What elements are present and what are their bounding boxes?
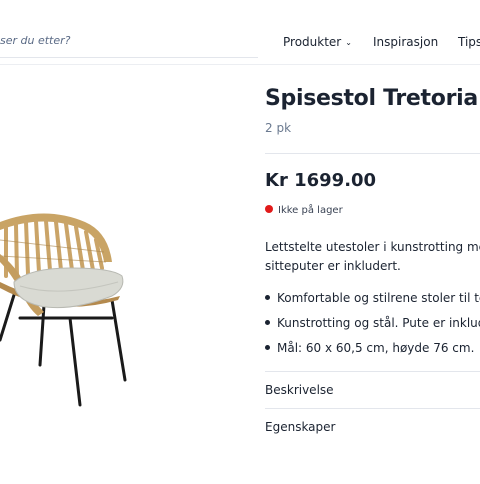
- feature-item: Kunstrotting og stål. Pute er inklud: [265, 315, 480, 340]
- bullet-icon: [265, 345, 270, 350]
- feature-text: Kunstrotting og stål. Pute er inklud: [277, 316, 480, 330]
- stock-status: Ikke på lager: [265, 205, 343, 216]
- chevron-down-icon: ⌄: [345, 38, 352, 47]
- out-of-stock-dot-icon: [265, 205, 273, 213]
- header-divider: [0, 64, 480, 65]
- feature-text: Mål: 60 x 60,5 cm, høyde 76 cm.: [277, 341, 475, 355]
- bullet-icon: [265, 295, 270, 300]
- product-subtitle: 2 pk: [265, 121, 292, 135]
- description-line: Lettstelte utestoler i kunstrotting me: [265, 240, 480, 254]
- product-price: Kr 1699.00: [265, 170, 377, 191]
- product-title: Spisestol Tretoria: [265, 86, 478, 111]
- feature-item: Komfortable og stilrene stoler til te: [265, 290, 480, 315]
- product-description: Lettstelte utestoler i kunstrotting me s…: [265, 238, 480, 276]
- accordion-divider: [265, 371, 480, 372]
- site-header: ser du etter? Produkter ⌄ Inspirasjon Tip…: [0, 0, 480, 64]
- nav-produkter-label: Produkter: [283, 35, 342, 49]
- accordion-egenskaper[interactable]: Egenskaper: [265, 420, 335, 434]
- search-underline: [0, 57, 258, 58]
- accordion-divider: [265, 408, 480, 409]
- bullet-icon: [265, 320, 270, 325]
- title-divider: [265, 153, 480, 154]
- search-input[interactable]: ser du etter?: [0, 34, 71, 47]
- nav-produkter[interactable]: Produkter ⌄: [283, 35, 352, 49]
- stock-status-label: Ikke på lager: [278, 205, 343, 216]
- feature-list: Komfortable og stilrene stoler til te Ku…: [265, 290, 480, 365]
- product-image[interactable]: [0, 66, 258, 480]
- nav-tips[interactable]: Tips: [458, 35, 480, 49]
- feature-text: Komfortable og stilrene stoler til te: [277, 291, 480, 305]
- chair-illustration: [0, 213, 127, 407]
- feature-item: Mål: 60 x 60,5 cm, høyde 76 cm.: [265, 340, 480, 365]
- accordion-beskrivelse[interactable]: Beskrivelse: [265, 383, 334, 397]
- nav-inspirasjon[interactable]: Inspirasjon: [373, 35, 438, 49]
- description-line: sitteputer er inkludert.: [265, 259, 401, 273]
